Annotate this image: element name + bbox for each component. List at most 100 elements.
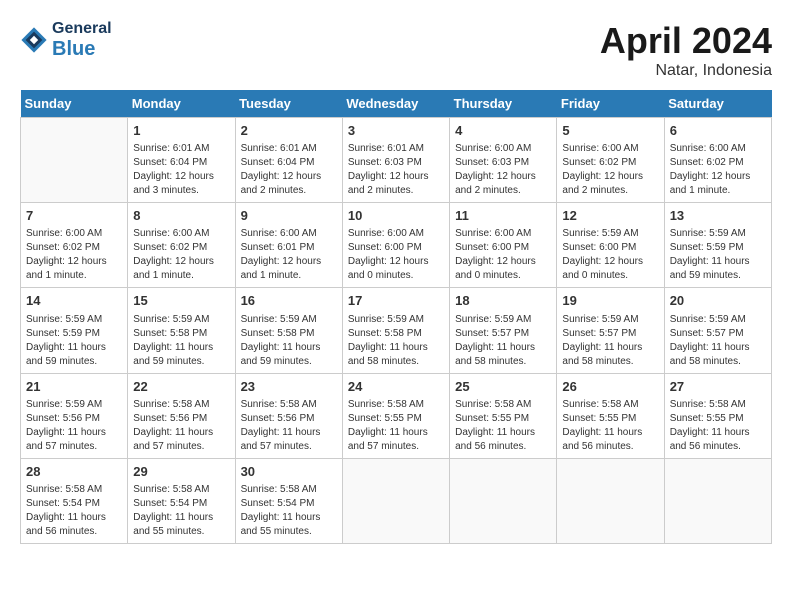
calendar-cell: 3 Sunrise: 6:01 AMSunset: 6:03 PMDaylight… bbox=[342, 118, 449, 203]
day-number: 16 bbox=[241, 292, 337, 310]
calendar-table: SundayMondayTuesdayWednesdayThursdayFrid… bbox=[20, 90, 772, 544]
day-number: 30 bbox=[241, 463, 337, 481]
calendar-cell: 28Sunrise: 5:58 AMSunset: 5:54 PMDayligh… bbox=[21, 458, 128, 543]
weekday-header-friday: Friday bbox=[557, 90, 664, 118]
calendar-cell: 29 Sunrise: 5:58 AMSunset: 5:54 PMDayligh… bbox=[128, 458, 235, 543]
day-number: 21 bbox=[26, 378, 122, 396]
calendar-cell: 21 Sunrise: 5:59 AMSunset: 5:56 PMDayligh… bbox=[21, 373, 128, 458]
calendar-header-row: SundayMondayTuesdayWednesdayThursdayFrid… bbox=[21, 90, 772, 118]
weekday-header-monday: Monday bbox=[128, 90, 235, 118]
day-number: 26 bbox=[562, 378, 658, 396]
calendar-cell: 4Sunrise: 6:00 AMSunset: 6:03 PMDaylight… bbox=[450, 118, 557, 203]
day-number: 23 bbox=[241, 378, 337, 396]
day-info: Sunrise: 5:59 AMSunset: 5:58 PMDaylight:… bbox=[348, 313, 444, 369]
weekday-header-saturday: Saturday bbox=[664, 90, 771, 118]
calendar-cell: 14 Sunrise: 5:59 AMSunset: 5:59 PMDayligh… bbox=[21, 288, 128, 373]
day-info: Sunrise: 5:59 AMSunset: 6:00 PMDaylight:… bbox=[562, 227, 658, 283]
calendar-week-row: 1 Sunrise: 6:01 AMSunset: 6:04 PMDaylight… bbox=[21, 118, 772, 203]
day-number: 20 bbox=[670, 292, 766, 310]
calendar-cell: 6Sunrise: 6:00 AMSunset: 6:02 PMDaylight… bbox=[664, 118, 771, 203]
day-info: Sunrise: 5:59 AMSunset: 5:58 PMDaylight:… bbox=[133, 313, 229, 369]
calendar-cell: 17 Sunrise: 5:59 AMSunset: 5:58 PMDayligh… bbox=[342, 288, 449, 373]
logo: General Blue bbox=[20, 20, 112, 60]
calendar-cell: 13 Sunrise: 5:59 AMSunset: 5:59 PMDayligh… bbox=[664, 203, 771, 288]
title-area: April 2024 Natar, Indonesia bbox=[600, 20, 772, 80]
calendar-subtitle: Natar, Indonesia bbox=[600, 62, 772, 80]
day-info: Sunrise: 6:00 AMSunset: 6:00 PMDaylight:… bbox=[455, 227, 551, 283]
calendar-cell bbox=[450, 458, 557, 543]
day-number: 10 bbox=[348, 207, 444, 225]
day-info: Sunrise: 6:00 AMSunset: 6:00 PMDaylight:… bbox=[348, 227, 444, 283]
day-number: 5 bbox=[562, 122, 658, 140]
day-number: 19 bbox=[562, 292, 658, 310]
day-info: Sunrise: 5:59 AMSunset: 5:57 PMDaylight:… bbox=[670, 313, 766, 369]
day-number: 4 bbox=[455, 122, 551, 140]
day-info: Sunrise: 5:58 AMSunset: 5:56 PMDaylight:… bbox=[241, 398, 337, 454]
calendar-cell: 27 Sunrise: 5:58 AMSunset: 5:55 PMDayligh… bbox=[664, 373, 771, 458]
logo-general-label: General bbox=[52, 20, 112, 38]
weekday-header-sunday: Sunday bbox=[21, 90, 128, 118]
day-number: 25 bbox=[455, 378, 551, 396]
day-number: 8 bbox=[133, 207, 229, 225]
calendar-cell: 25Sunrise: 5:58 AMSunset: 5:55 PMDayligh… bbox=[450, 373, 557, 458]
day-number: 14 bbox=[26, 292, 122, 310]
day-info: Sunrise: 5:58 AMSunset: 5:55 PMDaylight:… bbox=[670, 398, 766, 454]
calendar-cell: 24 Sunrise: 5:58 AMSunset: 5:55 PMDayligh… bbox=[342, 373, 449, 458]
day-info: Sunrise: 5:58 AMSunset: 5:54 PMDaylight:… bbox=[133, 483, 229, 539]
calendar-cell: 2 Sunrise: 6:01 AMSunset: 6:04 PMDaylight… bbox=[235, 118, 342, 203]
calendar-cell: 15 Sunrise: 5:59 AMSunset: 5:58 PMDayligh… bbox=[128, 288, 235, 373]
calendar-cell: 12Sunrise: 5:59 AMSunset: 6:00 PMDayligh… bbox=[557, 203, 664, 288]
day-info: Sunrise: 5:58 AMSunset: 5:55 PMDaylight:… bbox=[348, 398, 444, 454]
day-info: Sunrise: 5:59 AMSunset: 5:59 PMDaylight:… bbox=[26, 313, 122, 369]
day-number: 17 bbox=[348, 292, 444, 310]
day-info: Sunrise: 5:58 AMSunset: 5:56 PMDaylight:… bbox=[133, 398, 229, 454]
day-info: Sunrise: 5:59 AMSunset: 5:59 PMDaylight:… bbox=[670, 227, 766, 283]
logo-icon bbox=[20, 26, 48, 54]
calendar-cell bbox=[342, 458, 449, 543]
calendar-cell: 5Sunrise: 6:00 AMSunset: 6:02 PMDaylight… bbox=[557, 118, 664, 203]
calendar-cell: 11 Sunrise: 6:00 AMSunset: 6:00 PMDayligh… bbox=[450, 203, 557, 288]
calendar-cell: 8 Sunrise: 6:00 AMSunset: 6:02 PMDaylight… bbox=[128, 203, 235, 288]
calendar-cell: 18 Sunrise: 5:59 AMSunset: 5:57 PMDayligh… bbox=[450, 288, 557, 373]
day-number: 7 bbox=[26, 207, 122, 225]
day-number: 9 bbox=[241, 207, 337, 225]
day-number: 13 bbox=[670, 207, 766, 225]
calendar-cell: 9 Sunrise: 6:00 AMSunset: 6:01 PMDaylight… bbox=[235, 203, 342, 288]
day-number: 6 bbox=[670, 122, 766, 140]
calendar-cell bbox=[664, 458, 771, 543]
day-number: 11 bbox=[455, 207, 551, 225]
calendar-title: April 2024 bbox=[600, 20, 772, 62]
day-info: Sunrise: 5:59 AMSunset: 5:56 PMDaylight:… bbox=[26, 398, 122, 454]
calendar-week-row: 28Sunrise: 5:58 AMSunset: 5:54 PMDayligh… bbox=[21, 458, 772, 543]
calendar-cell: 10 Sunrise: 6:00 AMSunset: 6:00 PMDayligh… bbox=[342, 203, 449, 288]
day-number: 24 bbox=[348, 378, 444, 396]
day-number: 22 bbox=[133, 378, 229, 396]
day-info: Sunrise: 6:00 AMSunset: 6:02 PMDaylight:… bbox=[133, 227, 229, 283]
day-info: Sunrise: 5:58 AMSunset: 5:54 PMDaylight:… bbox=[241, 483, 337, 539]
weekday-header-wednesday: Wednesday bbox=[342, 90, 449, 118]
day-info: Sunrise: 6:01 AMSunset: 6:03 PMDaylight:… bbox=[348, 142, 444, 198]
day-number: 1 bbox=[133, 122, 229, 140]
day-number: 2 bbox=[241, 122, 337, 140]
calendar-cell: 22 Sunrise: 5:58 AMSunset: 5:56 PMDayligh… bbox=[128, 373, 235, 458]
logo-text: General Blue bbox=[52, 20, 112, 60]
day-info: Sunrise: 6:01 AMSunset: 6:04 PMDaylight:… bbox=[133, 142, 229, 198]
day-number: 18 bbox=[455, 292, 551, 310]
day-info: Sunrise: 5:59 AMSunset: 5:57 PMDaylight:… bbox=[455, 313, 551, 369]
day-info: Sunrise: 6:01 AMSunset: 6:04 PMDaylight:… bbox=[241, 142, 337, 198]
day-info: Sunrise: 6:00 AMSunset: 6:01 PMDaylight:… bbox=[241, 227, 337, 283]
calendar-cell: 20 Sunrise: 5:59 AMSunset: 5:57 PMDayligh… bbox=[664, 288, 771, 373]
day-info: Sunrise: 5:59 AMSunset: 5:57 PMDaylight:… bbox=[562, 313, 658, 369]
calendar-cell: 7 Sunrise: 6:00 AMSunset: 6:02 PMDaylight… bbox=[21, 203, 128, 288]
day-info: Sunrise: 5:58 AMSunset: 5:55 PMDaylight:… bbox=[562, 398, 658, 454]
weekday-header-thursday: Thursday bbox=[450, 90, 557, 118]
calendar-cell: 26 Sunrise: 5:58 AMSunset: 5:55 PMDayligh… bbox=[557, 373, 664, 458]
day-number: 15 bbox=[133, 292, 229, 310]
day-number: 3 bbox=[348, 122, 444, 140]
calendar-cell: 23 Sunrise: 5:58 AMSunset: 5:56 PMDayligh… bbox=[235, 373, 342, 458]
day-number: 29 bbox=[133, 463, 229, 481]
day-number: 27 bbox=[670, 378, 766, 396]
weekday-header-tuesday: Tuesday bbox=[235, 90, 342, 118]
calendar-cell: 19 Sunrise: 5:59 AMSunset: 5:57 PMDayligh… bbox=[557, 288, 664, 373]
day-info: Sunrise: 6:00 AMSunset: 6:02 PMDaylight:… bbox=[26, 227, 122, 283]
